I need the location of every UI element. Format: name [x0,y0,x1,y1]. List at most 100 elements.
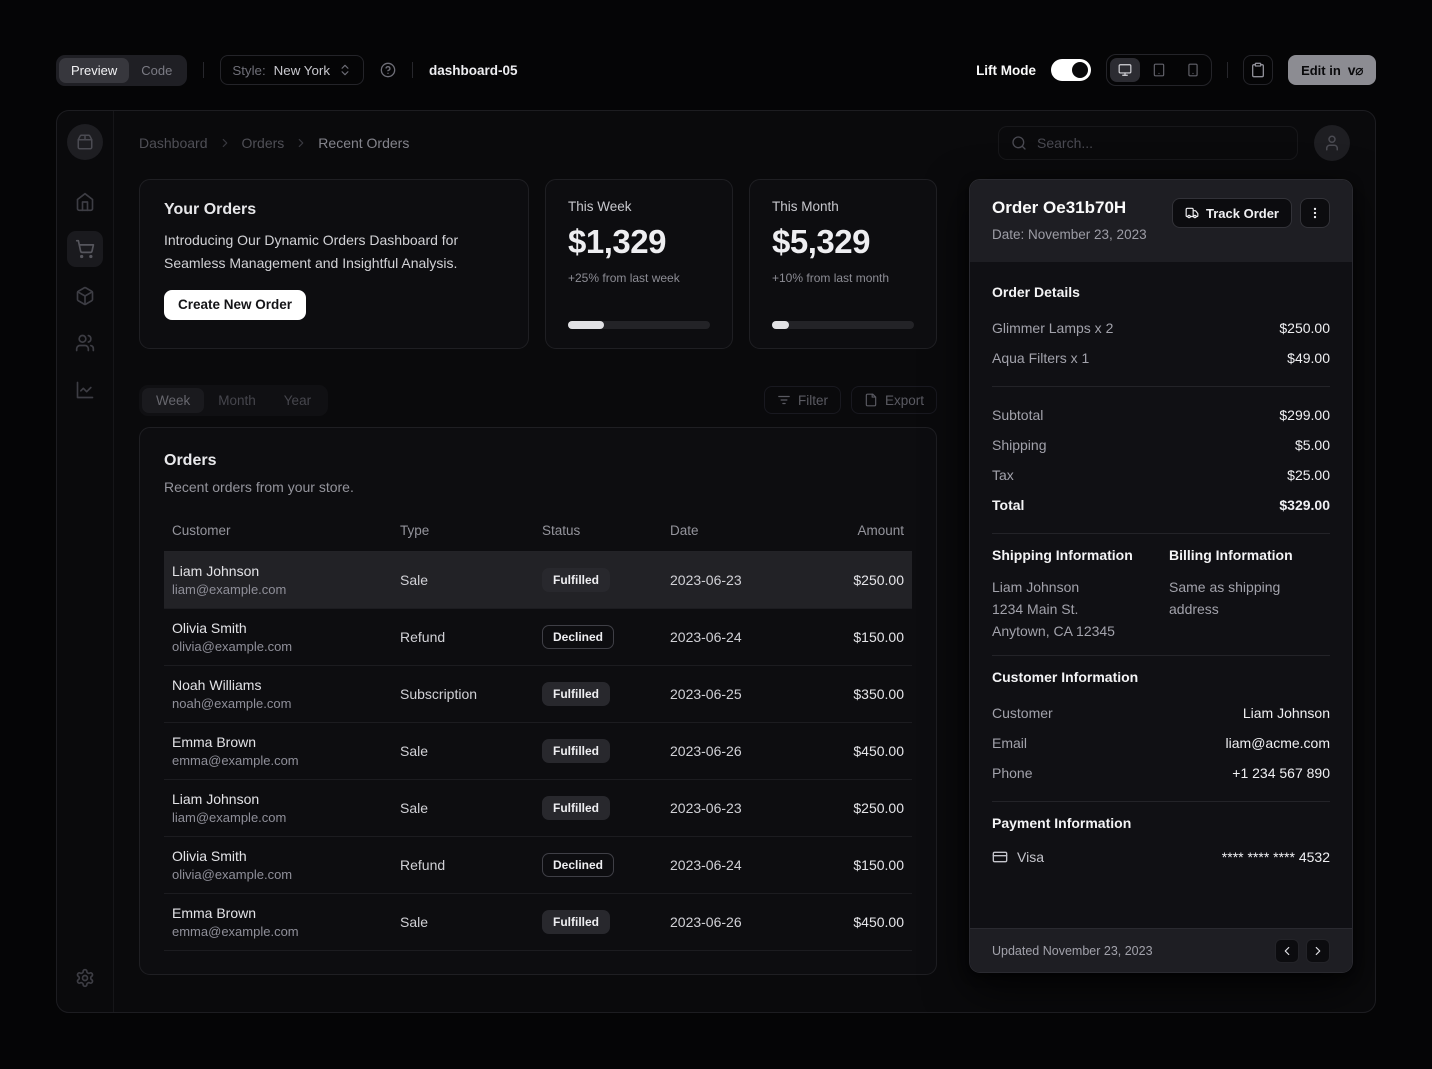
sidebar-item-home[interactable] [67,184,103,220]
table-row[interactable]: Noah Williamsnoah@example.com Subscripti… [164,666,912,723]
billing-information: Billing Information Same as shipping add… [1169,547,1330,642]
order-panel-actions: Track Order [1172,198,1330,228]
order-type: Sale [392,552,534,609]
updated-label: Updated November 23, 2023 [992,944,1153,958]
status-badge: Declined [542,853,614,877]
sidebar-logo-button[interactable] [67,124,103,160]
tab-month[interactable]: Month [204,388,270,413]
dashboard-header: Dashboard Orders Recent Orders [139,111,1350,175]
table-row[interactable]: Liam Johnsonliam@example.com Sale Fulfil… [164,780,912,837]
more-vertical-icon [1308,206,1322,220]
previous-order-button[interactable] [1275,939,1299,963]
smartphone-icon [1186,63,1200,77]
breadcrumb-item-orders[interactable]: Orders [242,135,285,151]
shipping-address-line: 1234 Main St. [992,598,1153,620]
dashboard-content: Dashboard Orders Recent Orders [114,111,1375,1012]
tablet-view-button[interactable] [1144,58,1174,82]
package-2-icon [76,133,94,151]
tab-year[interactable]: Year [270,388,325,413]
desktop-view-button[interactable] [1110,58,1140,82]
next-order-button[interactable] [1306,939,1330,963]
total-label: Total [992,497,1024,513]
subtotal-row: Subtotal $299.00 [992,400,1330,430]
search-box [998,126,1298,160]
line-item-value: $250.00 [1279,320,1330,336]
mobile-view-button[interactable] [1178,58,1208,82]
table-header-row: Customer Type Status Date Amount [164,515,912,552]
code-tab[interactable]: Code [129,58,184,83]
order-type: Refund [392,837,534,894]
copy-code-button[interactable] [1243,55,1273,85]
order-date: 2023-06-25 [662,666,790,723]
lift-mode-label: Lift Mode [976,63,1036,78]
sidebar [57,111,114,1012]
order-detail-panel: Order Oe31b70H Date: November 23, 2023 T… [969,179,1353,973]
avatar[interactable] [1314,125,1350,161]
line-item-label: Glimmer Lamps x 2 [992,320,1113,336]
tab-week[interactable]: Week [142,388,204,413]
export-button[interactable]: Export [851,386,937,414]
customer-name: Liam Johnson [172,563,384,579]
truck-icon [1185,206,1199,220]
phone-label: Phone [992,765,1032,781]
payment-info-heading: Payment Information [992,815,1330,831]
breadcrumb-item-dashboard[interactable]: Dashboard [139,135,208,151]
track-order-button[interactable]: Track Order [1172,198,1292,228]
help-button[interactable] [380,62,396,78]
style-select[interactable]: Style: New York [220,55,364,85]
sidebar-item-analytics[interactable] [67,372,103,408]
order-type: Sale [392,723,534,780]
user-icon [1323,134,1341,152]
search-input[interactable] [1037,135,1285,151]
status-badge: Declined [542,625,614,649]
line-item-label: Aqua Filters x 1 [992,350,1089,366]
order-panel-body: Order Details Glimmer Lamps x 2 $250.00 … [970,262,1352,928]
block-title: dashboard-05 [429,63,518,78]
column-header-type: Type [392,515,534,552]
table-row[interactable]: Emma Brownemma@example.com Sale Fulfille… [164,894,912,951]
sidebar-item-products[interactable] [67,278,103,314]
table-row[interactable]: Liam Johnsonliam@example.com Sale Fulfil… [164,552,912,609]
separator [992,801,1330,802]
customer-info-heading: Customer Information [992,669,1330,685]
filter-button[interactable]: Filter [764,386,841,414]
subtotal-value: $299.00 [1279,407,1330,423]
payment-method-name: Visa [1017,849,1044,865]
status-badge: Fulfilled [542,739,610,763]
create-new-order-button[interactable]: Create New Order [164,290,306,320]
toolbar-divider [412,62,413,78]
column-header-customer: Customer [164,515,392,552]
lift-mode-toggle[interactable] [1051,59,1091,81]
package-icon [75,286,95,306]
toolbar-divider [1227,62,1228,78]
customer-email: olivia@example.com [172,867,384,882]
clipboard-icon [1250,62,1266,78]
billing-info-heading: Billing Information [1169,547,1330,563]
table-row[interactable]: Olivia Smitholivia@example.com Refund De… [164,609,912,666]
order-date: 2023-06-24 [662,609,790,666]
sidebar-item-settings[interactable] [67,960,103,996]
toggle-knob [1072,62,1088,78]
sidebar-item-orders[interactable] [67,231,103,267]
tax-value: $25.00 [1287,467,1330,483]
v0-logo-icon: v⌀ [1348,62,1363,79]
order-amount: $350.00 [790,666,912,723]
status-badge: Fulfilled [542,796,610,820]
table-actions: Filter Export [764,386,937,414]
column-header-date: Date [662,515,790,552]
payment-method: Visa [992,849,1044,865]
customer-name: Emma Brown [172,734,384,750]
credit-card-icon [992,849,1008,865]
stat-value: $1,329 [568,223,710,261]
table-row[interactable]: Olivia Smitholivia@example.com Refund De… [164,837,912,894]
edit-in-v0-button[interactable]: Edit in v⌀ [1288,55,1376,85]
line-item: Aqua Filters x 1 $49.00 [992,343,1330,373]
total-value: $329.00 [1279,497,1330,513]
order-more-menu-button[interactable] [1300,198,1330,228]
shipping-info-heading: Shipping Information [992,547,1153,563]
dashboard-preview-frame: Dashboard Orders Recent Orders [56,110,1376,1013]
preview-tab[interactable]: Preview [59,58,129,83]
sidebar-item-customers[interactable] [67,325,103,361]
table-row[interactable]: Emma Brownemma@example.com Sale Fulfille… [164,723,912,780]
order-panel-header: Order Oe31b70H Date: November 23, 2023 T… [970,180,1352,262]
